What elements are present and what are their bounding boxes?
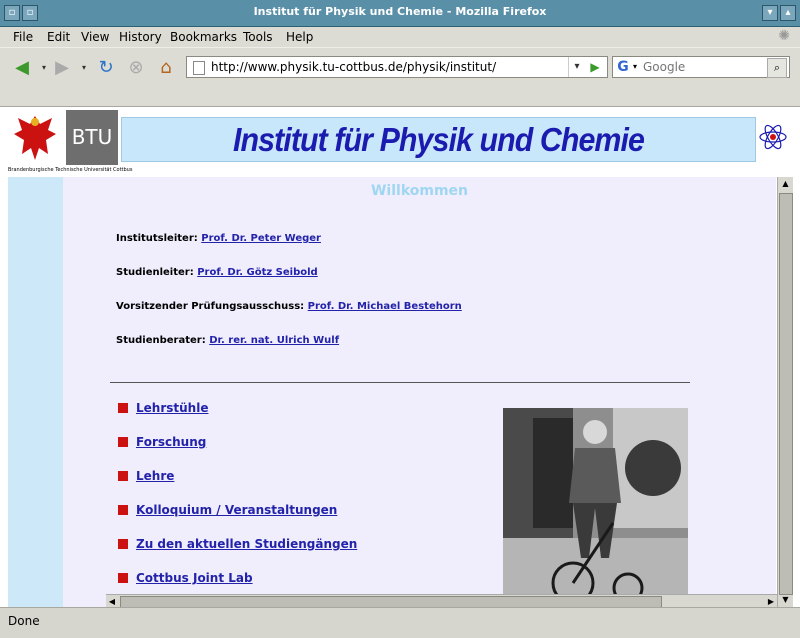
nav-link-lehrstuehle[interactable]: Lehrstühle [118,401,208,415]
info-institutsleiter: Institutsleiter: Prof. Dr. Peter Weger [116,233,321,244]
minimize-button[interactable]: ▾ [762,5,778,21]
info-label: Vorsitzender Prüfungsausschuss: [116,301,305,312]
eagle-icon [8,110,62,165]
maximize-button[interactable]: ▴ [780,5,796,21]
info-studienberater: Studienberater: Dr. rer. nat. Ulrich Wul… [116,335,339,346]
search-input[interactable] [643,57,753,77]
nav-link-studiengaenge[interactable]: Zu den aktuellen Studiengängen [118,537,357,551]
info-label: Institutsleiter: [116,233,198,244]
btu-logo-text: BTU [66,110,118,165]
nav-link-joint-lab[interactable]: Cottbus Joint Lab [118,571,253,585]
stop-icon[interactable]: ⊗ [126,58,146,78]
reload-icon[interactable]: ↻ [96,58,116,78]
info-link-wulf[interactable]: Dr. rer. nat. Ulrich Wulf [209,335,339,346]
nav-link-label[interactable]: Kolloquium / Veranstaltungen [136,503,337,517]
go-icon[interactable]: ▶ [587,57,603,77]
einstein-bicycle-photo [503,408,688,607]
nav-link-label[interactable]: Zu den aktuellen Studiengängen [136,537,357,551]
nav-link-label[interactable]: Forschung [136,435,206,449]
info-pruefungsausschuss: Vorsitzender Prüfungsausschuss: Prof. Dr… [116,301,462,312]
page-content: BTU Brandenburgische Technische Universi… [0,107,800,607]
forward-icon[interactable]: ▶ [52,58,72,78]
menu-history[interactable]: History [119,30,162,44]
info-link-seibold[interactable]: Prof. Dr. Götz Seibold [197,267,318,278]
bullet-icon [118,437,128,447]
menu-tools[interactable]: Tools [243,30,273,44]
btu-logo[interactable]: BTU Brandenburgische Technische Universi… [8,110,132,173]
back-icon[interactable]: ◀ [12,58,32,78]
nav-link-label[interactable]: Lehrstühle [136,401,208,415]
horizontal-scrollbar[interactable]: ◀ ▶ [106,594,777,607]
nav-link-forschung[interactable]: Forschung [118,435,206,449]
scroll-left-icon[interactable]: ◀ [106,595,118,607]
left-sidebar [8,177,63,607]
info-link-bestehorn[interactable]: Prof. Dr. Michael Bestehorn [308,301,462,312]
forward-history-icon[interactable]: ▾ [74,58,94,78]
status-bar: Done [0,607,800,638]
window-titlebar: ▫ ▫ Institut für Physik und Chemie - Moz… [0,0,800,27]
scroll-down-icon[interactable]: ▼ [778,593,793,607]
bullet-icon [118,505,128,515]
scroll-right-icon[interactable]: ▶ [765,595,777,607]
page-banner: Institut für Physik und Chemie [121,117,756,162]
scroll-up-icon[interactable]: ▲ [778,177,793,191]
info-studienleiter: Studienleiter: Prof. Dr. Götz Seibold [116,267,318,278]
bullet-icon [118,471,128,481]
menu-edit[interactable]: Edit [47,30,70,44]
btu-logo-subtext: Brandenburgische Technische Universität … [8,167,133,173]
url-bar[interactable]: http://www.physik.tu-cottbus.de/physik/i… [186,56,608,78]
home-icon[interactable]: ⌂ [156,58,176,78]
banner-title: Institut für Physik und Chemie [233,121,645,158]
info-link-weger[interactable]: Prof. Dr. Peter Weger [201,233,321,244]
vertical-scrollbar[interactable]: ▲ ▼ [777,177,793,607]
horizontal-scroll-thumb[interactable] [120,596,662,607]
search-icon[interactable]: ⌕ [767,58,787,78]
welcome-heading: Willkommen [370,183,469,199]
menu-view[interactable]: View [81,30,109,44]
google-engine-icon[interactable]: G [615,59,631,75]
window-title: Institut für Physik und Chemie - Mozilla… [253,5,547,18]
search-bar[interactable]: G ▾ ⌕ [612,56,790,78]
nav-link-lehre[interactable]: Lehre [118,469,174,483]
engine-dropdown-icon[interactable]: ▾ [633,57,637,77]
info-label: Studienberater: [116,335,206,346]
url-dropdown-icon[interactable]: ▾ [568,57,585,77]
menu-bookmarks[interactable]: Bookmarks [170,30,237,44]
bullet-icon [118,403,128,413]
nav-link-label[interactable]: Cottbus Joint Lab [136,571,253,585]
url-text: http://www.physik.tu-cottbus.de/physik/i… [211,60,497,74]
bullet-icon [118,539,128,549]
navigation-toolbar: ◀ ▾ ▶ ▾ ↻ ⊗ ⌂ http://www.physik.tu-cottb… [0,47,800,87]
nav-link-label[interactable]: Lehre [136,469,174,483]
divider [110,382,690,383]
atom-icon [758,122,788,152]
vertical-scroll-thumb[interactable] [779,193,793,595]
page-icon [193,61,205,75]
throbber-icon: ✺ [778,28,790,44]
menu-file[interactable]: File [13,30,33,44]
bookmarks-toolbar [0,86,800,107]
bullet-icon [118,573,128,583]
back-history-icon[interactable]: ▾ [34,58,54,78]
nav-link-kolloquium[interactable]: Kolloquium / Veranstaltungen [118,503,337,517]
status-text: Done [8,614,40,628]
menu-bar: File Edit View History Bookmarks Tools H… [0,27,800,47]
info-label: Studienleiter: [116,267,194,278]
menu-help[interactable]: Help [286,30,313,44]
